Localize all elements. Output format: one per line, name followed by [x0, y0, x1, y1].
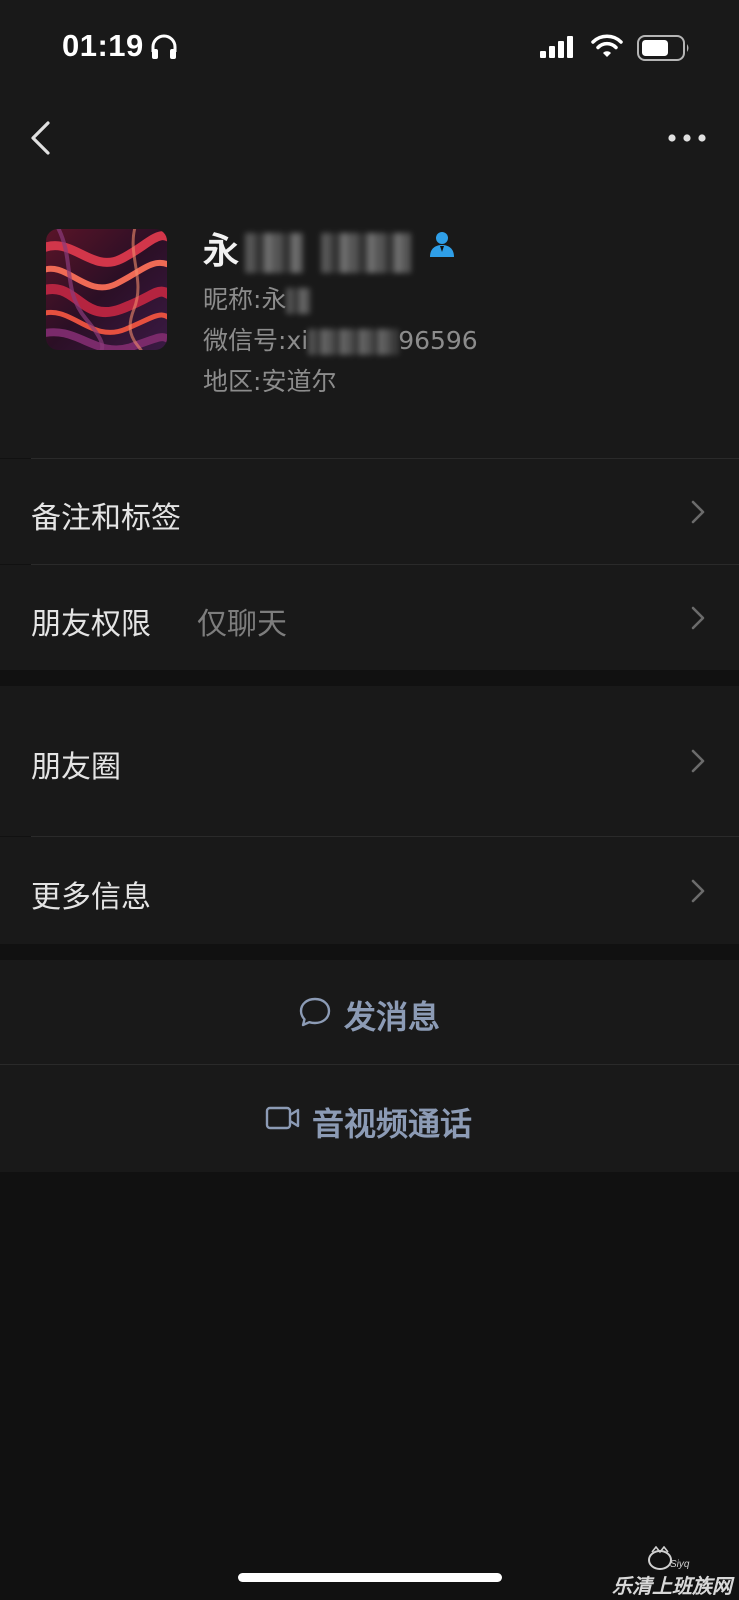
chevron-right-icon [691, 606, 705, 630]
wechat-id-label: 微信号: [203, 326, 287, 355]
display-name: 永 [203, 222, 412, 274]
avatar[interactable] [46, 229, 167, 350]
nav-bar [0, 96, 739, 192]
display-name-first-char: 永 [203, 231, 240, 272]
send-message-label: 发消息 [344, 998, 441, 1036]
video-camera-icon [265, 1106, 300, 1130]
watermark-text: 乐清上班族网 [612, 1574, 732, 1598]
row-label: 备注和标签 [31, 501, 181, 536]
name-redaction [245, 233, 304, 273]
row-friend-permissions[interactable]: 朋友权限 仅聊天 [0, 565, 739, 670]
region-value: 安道尔 [261, 367, 337, 396]
wechat-id-start: xi [286, 326, 309, 355]
profile-header: 永 昵称:永 微信号:xi 96596 地区:安道尔 [0, 192, 739, 458]
watermark-logo-icon: Siyq [648, 1546, 690, 1570]
more-dots-icon [668, 134, 706, 142]
chat-bubble-icon [299, 997, 331, 1027]
row-label: 朋友权限 [31, 607, 151, 642]
signal-icon [540, 36, 573, 58]
row-remarks-tags[interactable]: 备注和标签 [0, 459, 739, 564]
region-line: 地区:安道尔 [203, 362, 336, 398]
row-more-info[interactable]: 更多信息 [0, 837, 739, 944]
section-gap [0, 944, 739, 960]
home-indicator[interactable] [238, 1573, 502, 1582]
video-call-button[interactable]: 音视频通话 [0, 1065, 739, 1172]
video-call-label: 音视频通话 [312, 1105, 473, 1143]
nickname-redaction [286, 288, 311, 314]
chevron-right-icon [691, 879, 705, 903]
wechat-id-end: 96596 [398, 326, 478, 355]
back-button[interactable] [26, 114, 66, 164]
chevron-left-icon [31, 121, 50, 155]
nickname-line: 昵称:永 [203, 280, 311, 316]
row-value: 仅聊天 [197, 607, 287, 642]
row-label: 更多信息 [31, 880, 151, 915]
wifi-icon [591, 34, 623, 57]
chevron-right-icon [691, 749, 705, 773]
send-message-button[interactable]: 发消息 [0, 960, 739, 1064]
svg-text:Siyq: Siyq [670, 1559, 690, 1570]
battery-icon [637, 35, 689, 61]
section-gap [0, 670, 739, 686]
name-redaction [321, 233, 412, 273]
chevron-right-icon [691, 500, 705, 524]
row-label: 朋友圈 [31, 750, 121, 785]
status-bar: 01:19 [0, 0, 739, 96]
status-time: 01:19 [62, 28, 144, 63]
nickname-value: 永 [261, 285, 287, 314]
more-options-button[interactable] [662, 118, 712, 158]
wechat-id-line: 微信号:xi 96596 [203, 321, 478, 357]
row-moments[interactable]: 朋友圈 [0, 686, 739, 836]
wechat-id-redaction [308, 329, 399, 355]
nickname-label: 昵称: [203, 285, 262, 314]
contact-person-icon [430, 232, 454, 257]
region-label: 地区: [203, 367, 262, 396]
headphones-icon [151, 34, 177, 59]
